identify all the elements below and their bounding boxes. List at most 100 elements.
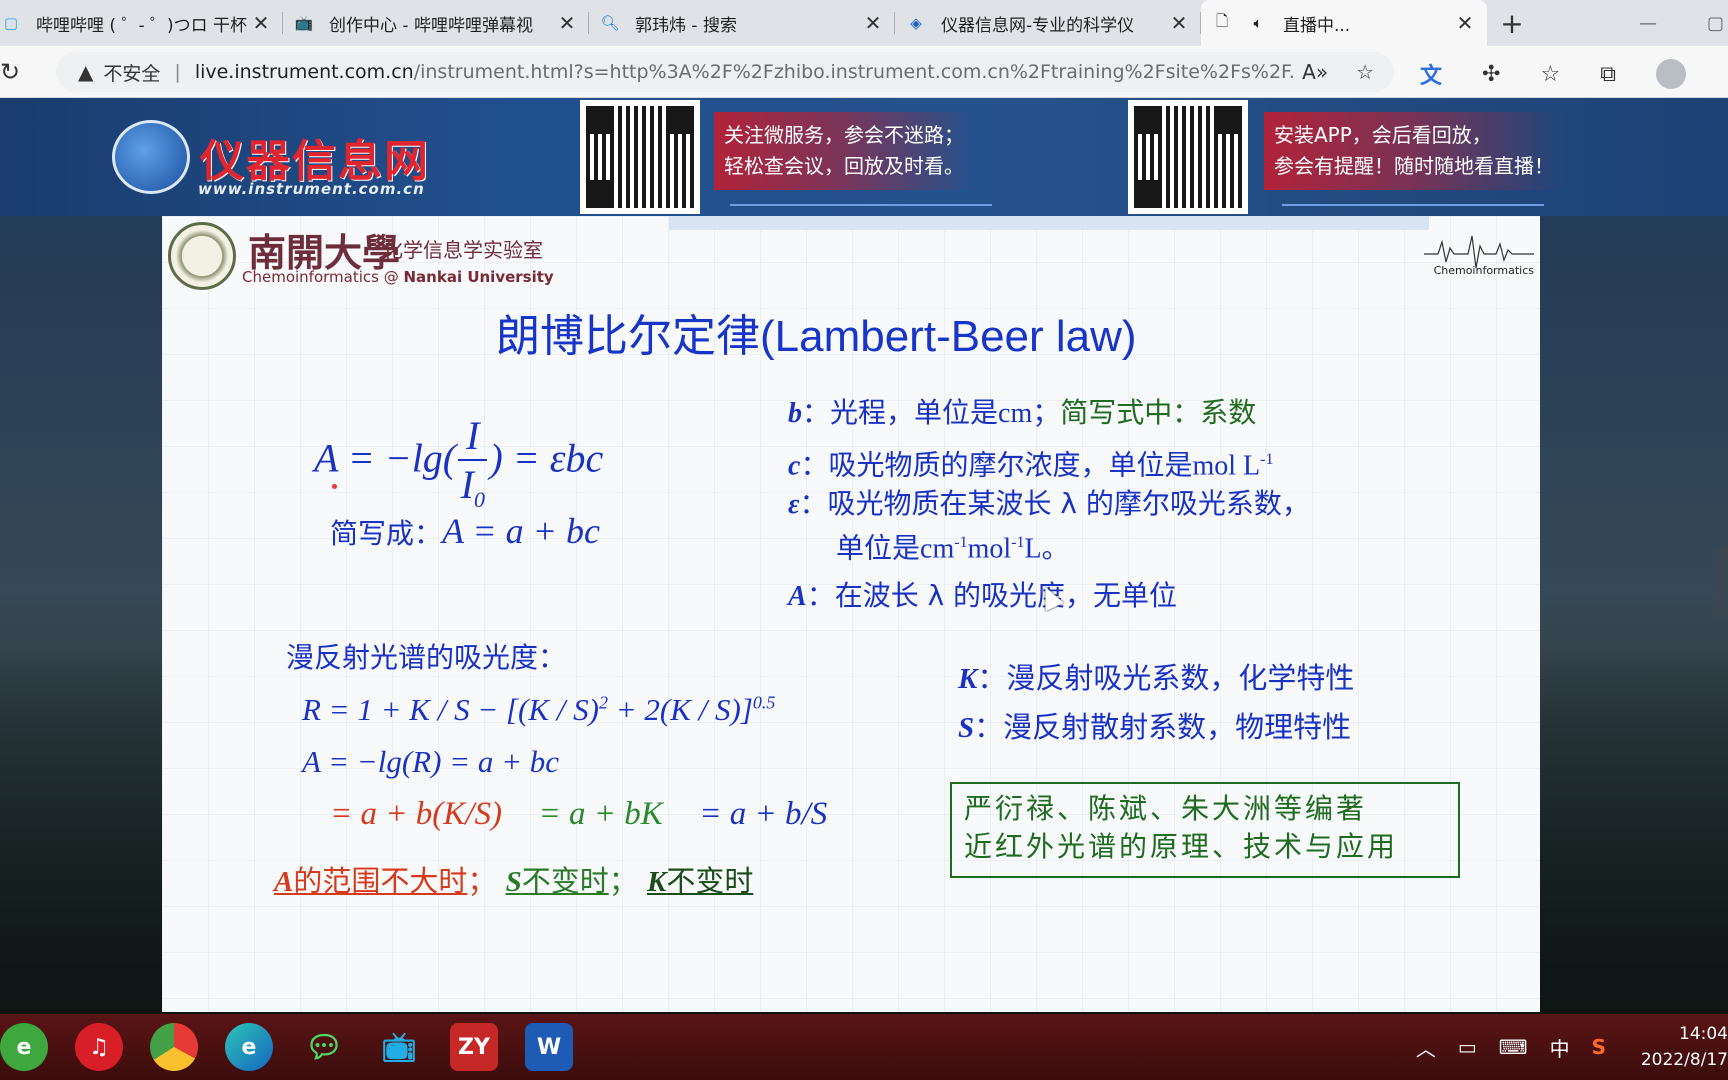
sogou-icon[interactable]: S [1592, 1035, 1606, 1059]
ime-indicator[interactable]: 中 [1550, 1033, 1570, 1062]
qr-code-app [1128, 100, 1248, 214]
tab-search[interactable]: 🔍︎ 郭玮炜 - 搜索 ✕ [589, 0, 895, 46]
windows-taskbar: e ♫ e 💬︎ 📺︎ ZY W ︿ ▭ ⌨ 中 S 14:04 2022/8/… [0, 1014, 1728, 1080]
absorbance-equation: A = −lg(R) = a + bc [302, 744, 560, 779]
condition-text: 不变时 [666, 864, 754, 898]
reload-icon[interactable]: ↻ [0, 58, 30, 86]
netease-music-icon[interactable]: ♫ [75, 1023, 123, 1071]
tab-live[interactable]: 🗋 🔈︎ 直播中... ✕ [1201, 0, 1487, 46]
keyboard-icon[interactable]: ⌨ [1499, 1035, 1528, 1059]
profile-avatar[interactable] [1655, 59, 1686, 89]
coefficient-s: S：漫反射散射系数，物理特性 [958, 703, 1354, 752]
lab-en-prefix: Chemoinformatics @ [242, 268, 399, 286]
symbol: K [958, 663, 978, 695]
diffuse-reflectance-heading: 漫反射光谱的吸光度： [286, 641, 567, 674]
unit-exponent: -1 [1011, 534, 1025, 552]
site-logo[interactable]: 仪器信息网 www.instrument.com.cn [112, 120, 430, 198]
definition-text: 单位是 [836, 531, 921, 565]
denominator-subscript: 0 [473, 487, 485, 512]
form-blue: = a + b/S [699, 796, 828, 832]
security-label: 不安全 [103, 62, 161, 85]
definition-text: ：漫反射散射系数，物理特性 [974, 710, 1352, 744]
clock-date: 2022/8/17 [1640, 1050, 1728, 1070]
eq-part: R = 1 + K / S − [(K / S) [302, 692, 599, 727]
university-seal-icon [168, 222, 236, 290]
reference-authors: 严衍禄、陈斌、朱大洲等编著 [964, 792, 1368, 825]
tab-bilibili[interactable]: ▢ 哔哩哔哩 ( ゜- ゜)つロ 干杯 ✕ [0, 0, 283, 46]
browser-tab-bar: ▢ 哔哩哔哩 ( ゜- ゜)つロ 干杯 ✕ 📺 创作中心 - 哔哩哔哩弹幕视 ✕… [0, 0, 1728, 46]
tab-creator-center[interactable]: 📺 创作中心 - 哔哩哔哩弹幕视 ✕ [283, 0, 589, 46]
chrome-icon[interactable] [150, 1023, 198, 1071]
minimize-icon[interactable]: — [1639, 13, 1657, 34]
promo-line: 轻松查会议，回放及时看。 [724, 154, 964, 178]
clock-time: 14:04 [1679, 1024, 1728, 1044]
close-icon[interactable]: ✕ [861, 11, 885, 35]
lab-subtitle: 化学信息学实验室 [383, 238, 543, 262]
definition-c: c：吸光物质的摩尔浓度，单位是mol L-1 [788, 441, 1310, 485]
fraction-numerator: I [458, 412, 488, 461]
extensions-icon[interactable]: ✣ [1482, 62, 1500, 87]
translate-icon[interactable]: 文 [1420, 58, 1442, 90]
simplified-label: 简写成： [330, 517, 443, 550]
bilibili-icon[interactable]: 📺︎ [375, 1023, 423, 1071]
presentation-slide: 南開大學 化学信息学实验室 Chemoinformatics @ Nankai … [162, 216, 1540, 1012]
condition-text: 不变时 [521, 864, 609, 898]
form-green: = a + bK [538, 796, 663, 832]
symbol: A [788, 580, 807, 612]
condition-a: A的范围不大时 [274, 864, 467, 898]
close-icon[interactable]: ✕ [555, 11, 579, 35]
chevron-up-icon[interactable]: ︿ [1416, 1033, 1436, 1062]
bilibili-icon: ▢ [3, 14, 19, 32]
warning-icon: ▲ [78, 60, 94, 84]
conditions-line: A的范围不大时； S不变时； K不变时 [274, 858, 753, 900]
read-aloud-icon[interactable]: A» [1302, 60, 1328, 84]
definition-text: ：吸光物质的摩尔浓度，单位是 [800, 448, 1193, 482]
close-icon[interactable]: ✕ [249, 11, 273, 35]
tab-title: 直播中... [1283, 15, 1351, 36]
qr-code-wechat [580, 100, 700, 214]
slide-title: 朗博比尔定律(Lambert-Beer law) [496, 312, 1137, 361]
condition-symbol: K [646, 866, 667, 898]
variable-definitions: b：光程，单位是cm；简写式中：系数 c：吸光物质的摩尔浓度，单位是mol L-… [788, 394, 1310, 616]
maximize-icon[interactable]: ▢ [1707, 13, 1724, 34]
unit: mol L [1192, 450, 1261, 482]
edge-icon[interactable]: e [225, 1023, 273, 1071]
definition-epsilon-unit: 单位是cm-1mol-1L。 [788, 524, 1310, 568]
wechat-icon[interactable]: 💬︎ [300, 1023, 348, 1071]
condition-k: K不变时 [647, 864, 753, 898]
360-browser-icon[interactable]: e [0, 1023, 48, 1071]
new-tab-button[interactable]: + [1487, 0, 1537, 46]
close-icon[interactable]: ✕ [1453, 11, 1477, 35]
side-panel-handle[interactable] [1716, 546, 1728, 618]
speaker-icon[interactable]: 🔈︎ [1247, 12, 1269, 34]
collections-icon[interactable]: ⧉ [1600, 62, 1616, 87]
system-tray: ︿ ▭ ⌨ 中 S 14:04 2022/8/17 [1416, 1014, 1728, 1080]
tab-title: 创作中心 - 哔哩哔哩弹幕视 [329, 15, 533, 36]
definition-note: 简写式中：系数 [1060, 396, 1257, 429]
add-favorite-icon[interactable]: ☆ [1356, 60, 1374, 84]
condition-symbol: S [505, 866, 522, 898]
zy-icon[interactable]: ZY [450, 1023, 498, 1071]
address-bar[interactable]: ▲ 不安全 | live.instrument.com.cn /instrume… [56, 52, 1394, 92]
exponent: 0.5 [752, 692, 776, 713]
definition-epsilon: ε：吸光物质在某波长 λ 的摩尔吸光系数， [788, 485, 1310, 524]
promo-text-2: 安装APP，会后看回放， 参会有提醒！随时随地看直播！ [1264, 112, 1564, 190]
unit: cm [998, 398, 1033, 429]
arrow-decoration [1282, 204, 1544, 206]
close-icon[interactable]: ✕ [1167, 11, 1191, 35]
exponent: 2 [598, 692, 608, 713]
corner-logo-label: Chemoinformatics [1433, 264, 1534, 277]
definition-text: ：光程，单位是 [802, 396, 999, 429]
symbol: c [788, 450, 801, 482]
coefficient-k: K：漫反射吸光系数，化学特性 [958, 654, 1354, 703]
clock[interactable]: 14:04 2022/8/17 [1628, 1021, 1728, 1073]
battery-icon[interactable]: ▭ [1458, 1035, 1477, 1059]
tab-instrument[interactable]: ◈ 仪器信息网-专业的科学仪 ✕ [895, 0, 1201, 46]
bilibili-tv-icon: 📺 [294, 14, 314, 32]
word-icon[interactable]: W [525, 1023, 573, 1071]
site-banner: 仪器信息网 www.instrument.com.cn 关注微服务，参会不迷路；… [0, 98, 1728, 216]
instrument-logo-icon: ◈ [910, 14, 922, 32]
window-controls: — ▢ [1639, 0, 1728, 46]
favorites-icon[interactable]: ☆ [1540, 62, 1560, 87]
unit-exponent: -1 [1260, 451, 1274, 468]
